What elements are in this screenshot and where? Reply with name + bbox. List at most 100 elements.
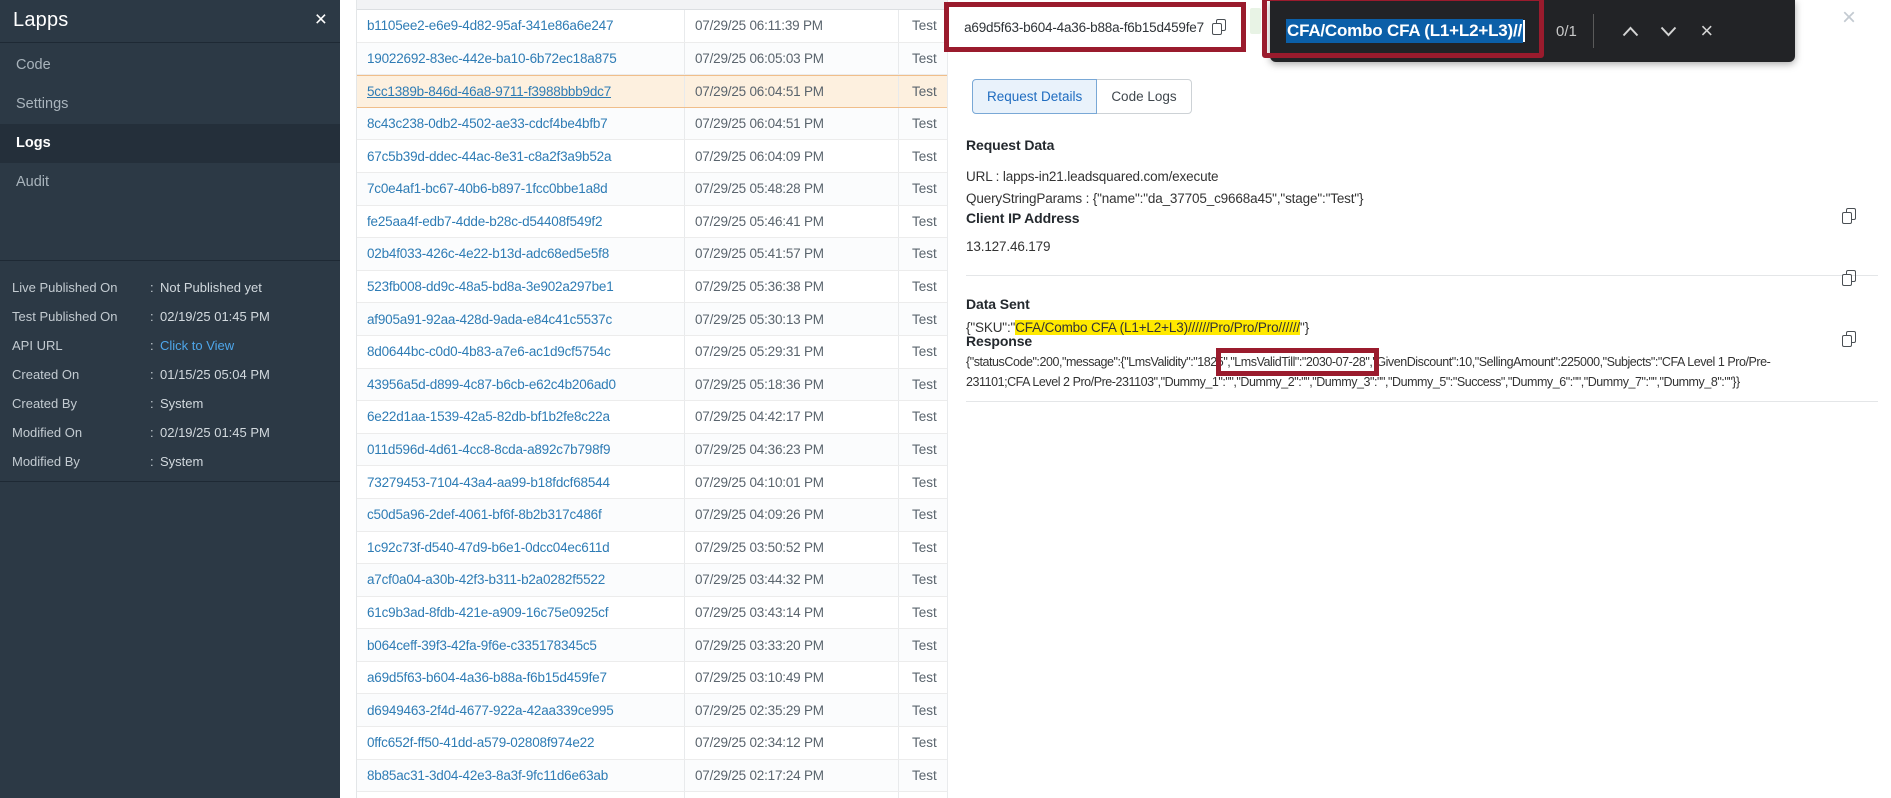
panel-close-icon[interactable]: × [1842,6,1856,30]
log-row[interactable]: b1105ee2-e6e9-4d82-95af-341e86a6e247 07/2… [357,10,947,43]
log-id-link[interactable]: b1105ee2-e6e9-4d82-95af-341e86a6e247 [357,10,685,42]
response-line-1: {"statusCode":200,"message":{"LmsValidit… [966,348,1771,376]
log-row[interactable]: b064ceff-39f3-42fa-9f6e-c335178345c5 07/2… [357,629,947,662]
log-id-link[interactable]: 02b4f033-426c-4e22-b13d-adc68ed5e5f8 [357,238,685,270]
meta-colon: : [150,454,154,469]
log-row[interactable]: 8c43c238-0db2-4502-ae33-cdcf4be4bfb7 07/2… [357,107,947,141]
log-row[interactable]: 43956a5d-d899-4c87-b6cb-e62c4b206ad0 07/2… [357,368,947,402]
log-stage: Test [912,539,937,555]
log-id-link[interactable]: a7cf0a04-a30b-42f3-b311-b2a0282f5522 [357,564,685,596]
meta-colon: : [150,280,154,295]
sidebar-item-settings[interactable]: Settings [0,85,340,124]
log-id-link[interactable]: af905a91-92aa-428d-9ada-e84c41c5537c [357,303,685,335]
log-timestamp: 07/29/25 06:11:39 PM [685,10,899,42]
log-timestamp: 07/29/25 06:04:51 PM [685,107,899,140]
copy-response-icon[interactable] [1842,331,1856,352]
log-id-link[interactable]: 523fb008-dd9c-48a5-bd8a-3e902a297be1 [357,270,685,303]
log-row[interactable]: fe25aa4f-edb7-4dde-b28c-d54408f549f2 07/2… [357,205,947,239]
log-stage: Test [912,246,937,262]
log-row[interactable]: 523fb008-dd9c-48a5-bd8a-3e902a297be1 07/2… [357,270,947,304]
response-line-2: 231101;CFA Level 2 Pro/Pre-231103","Dumm… [966,375,1740,389]
sidebar-item-code[interactable]: Code [0,46,340,85]
copy-client-ip-icon[interactable] [1842,208,1856,229]
meta-value: 01/15/25 05:04 PM [160,367,270,382]
log-timestamp: 07/29/25 03:43:14 PM [685,596,899,629]
find-close-button[interactable]: × [1688,12,1726,50]
log-row[interactable]: 1c92c73f-d540-47d9-b6e1-0dcc04ec611d 07/2… [357,531,947,565]
log-stage: Test [912,670,937,686]
log-id-link[interactable]: 011d596d-4d61-4cc8-8cda-a892c7b798f9 [357,433,685,466]
log-row[interactable]: a69d5f63-b604-4a36-b88a-f6b15d459fe7 07/2… [357,661,947,695]
log-timestamp: 07/29/25 02:17:24 PM [685,759,899,792]
log-id-link[interactable]: 8d0644bc-c0d0-4b83-a7e6-ac1d9cf5754c [357,335,685,368]
log-row[interactable]: 73279453-7104-43a4-aa99-b18fdcf68544 07/2… [357,466,947,499]
log-id-link[interactable]: 19022692-83ec-442e-ba10-6b72ec18a875 [357,42,685,75]
log-id-link[interactable]: c50d5a96-2def-4061-bf6f-8b2b317c486f [357,498,685,531]
log-id-link[interactable]: 6e22d1aa-1539-42a5-82db-bf1b2fe8c22a [357,401,685,433]
log-timestamp: 07/29/25 03:33:20 PM [685,629,899,661]
log-row[interactable]: 011d596d-4d61-4cc8-8cda-a892c7b798f9 07/2… [357,433,947,467]
browser-find-bar: CFA/Combo CFA (L1+L2+L3)// 0/1 × [1270,0,1795,62]
log-id-link[interactable]: d6949463-2f4d-4677-922a-42aa339ce995 [357,694,685,727]
log-id-link[interactable]: 5375f950-7224-498b-ab20-e581c22bfff0 [357,792,685,798]
log-timestamp: 07/29/25 02:34:12 PM [685,727,899,759]
meta-colon: : [150,425,154,440]
log-id-link[interactable]: 61c9b3ad-8fdb-421e-a909-16c75e0925cf [357,596,685,629]
copy-data-sent-icon[interactable] [1842,270,1856,291]
find-next-button[interactable] [1650,12,1688,50]
log-id-link[interactable]: 0ffc652f-ff50-41dd-a579-02808f974e22 [357,727,685,759]
log-id-link[interactable]: 5cc1389b-846d-46a8-9711-f3988bbb9dc7 [357,76,685,107]
sidebar-item-logs[interactable]: Logs [0,124,340,163]
log-row[interactable]: c50d5a96-2def-4061-bf6f-8b2b317c486f 07/2… [357,498,947,532]
log-id-link[interactable]: 67c5b39d-ddec-44ac-8e31-c8a2f3a9b52a [357,140,685,172]
log-stage: Test [912,148,937,164]
meta-colon: : [150,367,154,382]
log-id-link[interactable]: 8b85ac31-3d04-42e3-8a3f-9fc11d6e63ab [357,759,685,792]
log-table: b1105ee2-e6e9-4d82-95af-341e86a6e247 07/2… [356,0,948,798]
api-url-link[interactable]: Click to View [160,338,234,353]
log-id-link[interactable]: 1c92c73f-d540-47d9-b6e1-0dcc04ec611d [357,531,685,564]
log-timestamp: 07/29/25 02:08:02 PM [685,792,899,798]
sidebar-item-audit[interactable]: Audit [0,163,340,202]
log-row[interactable]: 67c5b39d-ddec-44ac-8e31-c8a2f3a9b52a 07/2… [357,140,947,173]
copy-request-id-icon[interactable] [1211,19,1226,35]
log-row[interactable]: 61c9b3ad-8fdb-421e-a909-16c75e0925cf 07/2… [357,596,947,630]
log-row[interactable]: af905a91-92aa-428d-9ada-e84c41c5537c 07/2… [357,303,947,336]
meta-colon: : [150,396,154,411]
log-row[interactable]: 02b4f033-426c-4e22-b13d-adc68ed5e5f8 07/2… [357,238,947,271]
log-id-link[interactable]: 7c0e4af1-bc67-40b6-b897-1fcc0bbe1a8d [357,172,685,205]
meta-label: Modified By [12,454,80,469]
log-row-highlighted[interactable]: 5cc1389b-846d-46a8-9711-f3988bbb9dc7 07/2… [357,75,947,108]
log-row[interactable]: 0ffc652f-ff50-41dd-a579-02808f974e22 07/2… [357,727,947,760]
log-stage: Test [912,442,937,458]
tab-code-logs[interactable]: Code Logs [1096,79,1192,114]
client-ip-value: 13.127.46.179 [966,239,1051,254]
log-row[interactable]: 8d0644bc-c0d0-4b83-a7e6-ac1d9cf5754c 07/2… [357,335,947,369]
log-row[interactable]: 7c0e4af1-bc67-40b6-b897-1fcc0bbe1a8d 07/2… [357,172,947,206]
sidebar-close-icon[interactable]: × [315,9,327,30]
log-row[interactable]: 5375f950-7224-498b-ab20-e581c22bfff007/2… [357,792,947,798]
log-row[interactable]: d6949463-2f4d-4677-922a-42aa339ce995 07/2… [357,694,947,728]
log-id-link[interactable]: fe25aa4f-edb7-4dde-b28c-d54408f549f2 [357,205,685,238]
log-id-link[interactable]: a69d5f63-b604-4a36-b88a-f6b15d459fe7 [357,661,685,694]
log-id-link[interactable]: b064ceff-39f3-42fa-9f6e-c335178345c5 [357,629,685,661]
log-row[interactable]: 8b85ac31-3d04-42e3-8a3f-9fc11d6e63ab 07/2… [357,759,947,793]
meta-label: Modified On [12,425,83,440]
log-stage: Test [912,474,937,490]
tab-request-details[interactable]: Request Details [972,79,1098,114]
log-id-link[interactable]: 43956a5d-d899-4c87-b6cb-e62c4b206ad0 [357,368,685,401]
log-timestamp: 07/29/25 05:36:38 PM [685,270,899,303]
find-previous-button[interactable] [1612,12,1650,50]
log-timestamp: 07/29/25 05:41:57 PM [685,238,899,270]
log-row[interactable]: a7cf0a04-a30b-42f3-b311-b2a0282f5522 07/2… [357,564,947,597]
meta-colon: : [150,338,154,353]
log-row[interactable]: 19022692-83ec-442e-ba10-6b72ec18a875 07/2… [357,42,947,76]
meta-row: Modified By: System [12,447,340,476]
find-input[interactable]: CFA/Combo CFA (L1+L2+L3)// [1286,19,1544,43]
log-row[interactable]: 6e22d1aa-1539-42a5-82db-bf1b2fe8c22a 07/2… [357,401,947,434]
sidebar: Lapps × Code Settings Logs Audit Live Publi… [0,0,340,798]
annotation-box-lmsvalidtill: ","LmsValidTill":"2030-07-28", [1216,348,1380,376]
log-stage: Test [912,311,937,327]
log-id-link[interactable]: 73279453-7104-43a4-aa99-b18fdcf68544 [357,466,685,498]
log-id-link[interactable]: 8c43c238-0db2-4502-ae33-cdcf4be4bfb7 [357,107,685,140]
